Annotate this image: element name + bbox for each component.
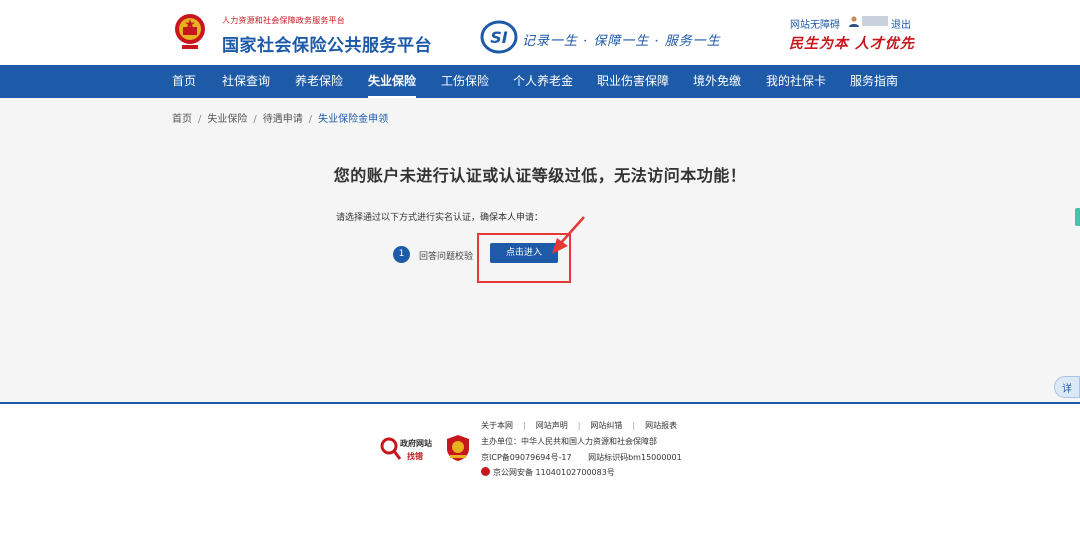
breadcrumb-unemployment[interactable]: 失业保险 bbox=[207, 114, 247, 125]
nav-item-label: 失业保险 bbox=[368, 74, 417, 88]
footer-link-separator: | bbox=[523, 421, 526, 430]
arrow-annotation-icon bbox=[552, 216, 585, 254]
nav-item-label: 首页 bbox=[172, 74, 197, 88]
nav-item-label: 工伤保险 bbox=[441, 74, 490, 88]
accessibility-link[interactable]: 网站无障碍 bbox=[790, 16, 840, 31]
floating-detail-button[interactable]: 详 bbox=[1054, 376, 1080, 398]
nav-item-service-guide[interactable]: 服务指南 bbox=[850, 65, 898, 98]
footer-site-code: 网站标识码bm15000001 bbox=[588, 453, 682, 462]
footer-police-record: 京公网安备 11040102700083号 bbox=[493, 468, 615, 477]
breadcrumb: 首页 / 失业保险 / 待遇申请 / 失业保险金申领 bbox=[172, 110, 388, 125]
gov-badge-line2: 找错 bbox=[407, 452, 423, 461]
footer-link-report[interactable]: 网站报表 bbox=[645, 421, 677, 430]
user-icon bbox=[849, 16, 859, 27]
si-logo-text: SI bbox=[490, 28, 508, 47]
footer-links: 关于本网 | 网站声明 | 网站纠错 | 网站报表 bbox=[481, 420, 677, 431]
nav-item-label: 我的社保卡 bbox=[766, 74, 827, 88]
step-label: 回答问题校验 bbox=[419, 252, 474, 262]
breadcrumb-separator: / bbox=[198, 114, 202, 125]
nav-item-overseas-exemption[interactable]: 境外免缴 bbox=[693, 65, 741, 98]
site-title[interactable]: 国家社会保险公共服务平台 bbox=[222, 31, 432, 56]
breadcrumb-benefit-application[interactable]: 待遇申请 bbox=[263, 114, 303, 125]
party-gov-badge-icon[interactable] bbox=[446, 434, 470, 462]
footer-police-row[interactable]: 京公网安备 11040102700083号 bbox=[481, 467, 615, 478]
breadcrumb-home[interactable]: 首页 bbox=[172, 114, 192, 125]
notice-description: 请选择通过以下方式进行实名认证，确保本人申请： bbox=[336, 213, 544, 223]
gov-site-error-badge[interactable]: 政府网站 找错 bbox=[380, 434, 438, 464]
magnifier-icon bbox=[380, 437, 402, 460]
site-header: 人力资源和社会保障政务服务平台 国家社会保险公共服务平台 SI 记录一生 · 保… bbox=[0, 0, 1080, 65]
footer-sponsor: 主办单位：中华人民共和国人力资源和社会保障部 bbox=[481, 437, 657, 446]
nav-item-pension[interactable]: 养老保险 bbox=[295, 65, 343, 98]
breadcrumb-current: 失业保险金申领 bbox=[318, 114, 389, 125]
logout-link[interactable]: 退出 bbox=[891, 16, 911, 31]
side-tab-handle[interactable] bbox=[1075, 208, 1080, 226]
footer-link-separator: | bbox=[577, 421, 581, 430]
police-badge-icon bbox=[481, 467, 490, 476]
si-logo-icon: SI bbox=[480, 20, 518, 54]
step-number-badge: 1 bbox=[393, 246, 410, 263]
main-nav: 首页 社保查询 养老保险 失业保险 工伤保险 个人养老金 职业伤害保障 境外免缴… bbox=[0, 65, 1080, 98]
nav-item-label: 职业伤害保障 bbox=[597, 74, 670, 88]
nav-item-my-card[interactable]: 我的社保卡 bbox=[766, 65, 826, 98]
footer-link-correction[interactable]: 网站纠错 bbox=[590, 421, 622, 430]
user-name-masked bbox=[862, 16, 888, 26]
footer-link-separator: | bbox=[632, 421, 636, 430]
nav-item-label: 社保查询 bbox=[222, 74, 271, 88]
nav-item-label: 个人养老金 bbox=[513, 74, 574, 88]
slogan: 记录一生 · 保障一生 · 服务一生 bbox=[522, 34, 721, 49]
main-content: 首页 / 失业保险 / 待遇申请 / 失业保险金申领 您的账户未进行认证或认证等级过低，无法… bbox=[0, 98, 1080, 402]
nav-item-injury[interactable]: 工伤保险 bbox=[441, 65, 489, 98]
nav-item-label: 服务指南 bbox=[850, 74, 899, 88]
notice-title: 您的账户未进行认证或认证等级过低，无法访问本功能！ bbox=[333, 166, 747, 185]
gov-badge-line1: 政府网站 bbox=[400, 439, 432, 448]
site-footer: 政府网站 找错 关于本网 | 网站声明 | 网站纠错 | 网站报表 主办单位：中华人民共和国… bbox=[0, 402, 1080, 539]
nav-item-occupational-injury[interactable]: 职业伤害保障 bbox=[597, 65, 669, 98]
nav-item-home[interactable]: 首页 bbox=[172, 65, 196, 98]
footer-icp[interactable]: 京ICP备09079694号-17 bbox=[481, 453, 572, 462]
nav-item-query[interactable]: 社保查询 bbox=[222, 65, 270, 98]
nav-item-label: 养老保险 bbox=[295, 74, 344, 88]
nav-item-personal-pension[interactable]: 个人养老金 bbox=[513, 65, 573, 98]
nav-item-unemployment[interactable]: 失业保险 bbox=[368, 65, 417, 98]
footer-icp-row: 京ICP备09079694号-17 网站标识码bm15000001 bbox=[481, 452, 682, 463]
footer-link-about[interactable]: 关于本网 bbox=[481, 421, 513, 430]
breadcrumb-separator: / bbox=[308, 114, 313, 125]
national-emblem-icon bbox=[175, 14, 205, 49]
nav-item-label: 境外免缴 bbox=[693, 74, 742, 88]
footer-link-statement[interactable]: 网站声明 bbox=[536, 421, 568, 430]
motto: 民生为本 人才优先 bbox=[789, 36, 915, 52]
breadcrumb-separator: / bbox=[253, 114, 257, 125]
site-subtitle: 人力资源和社会保障政务服务平台 bbox=[222, 16, 345, 25]
floating-detail-label: 详 bbox=[1062, 384, 1072, 395]
